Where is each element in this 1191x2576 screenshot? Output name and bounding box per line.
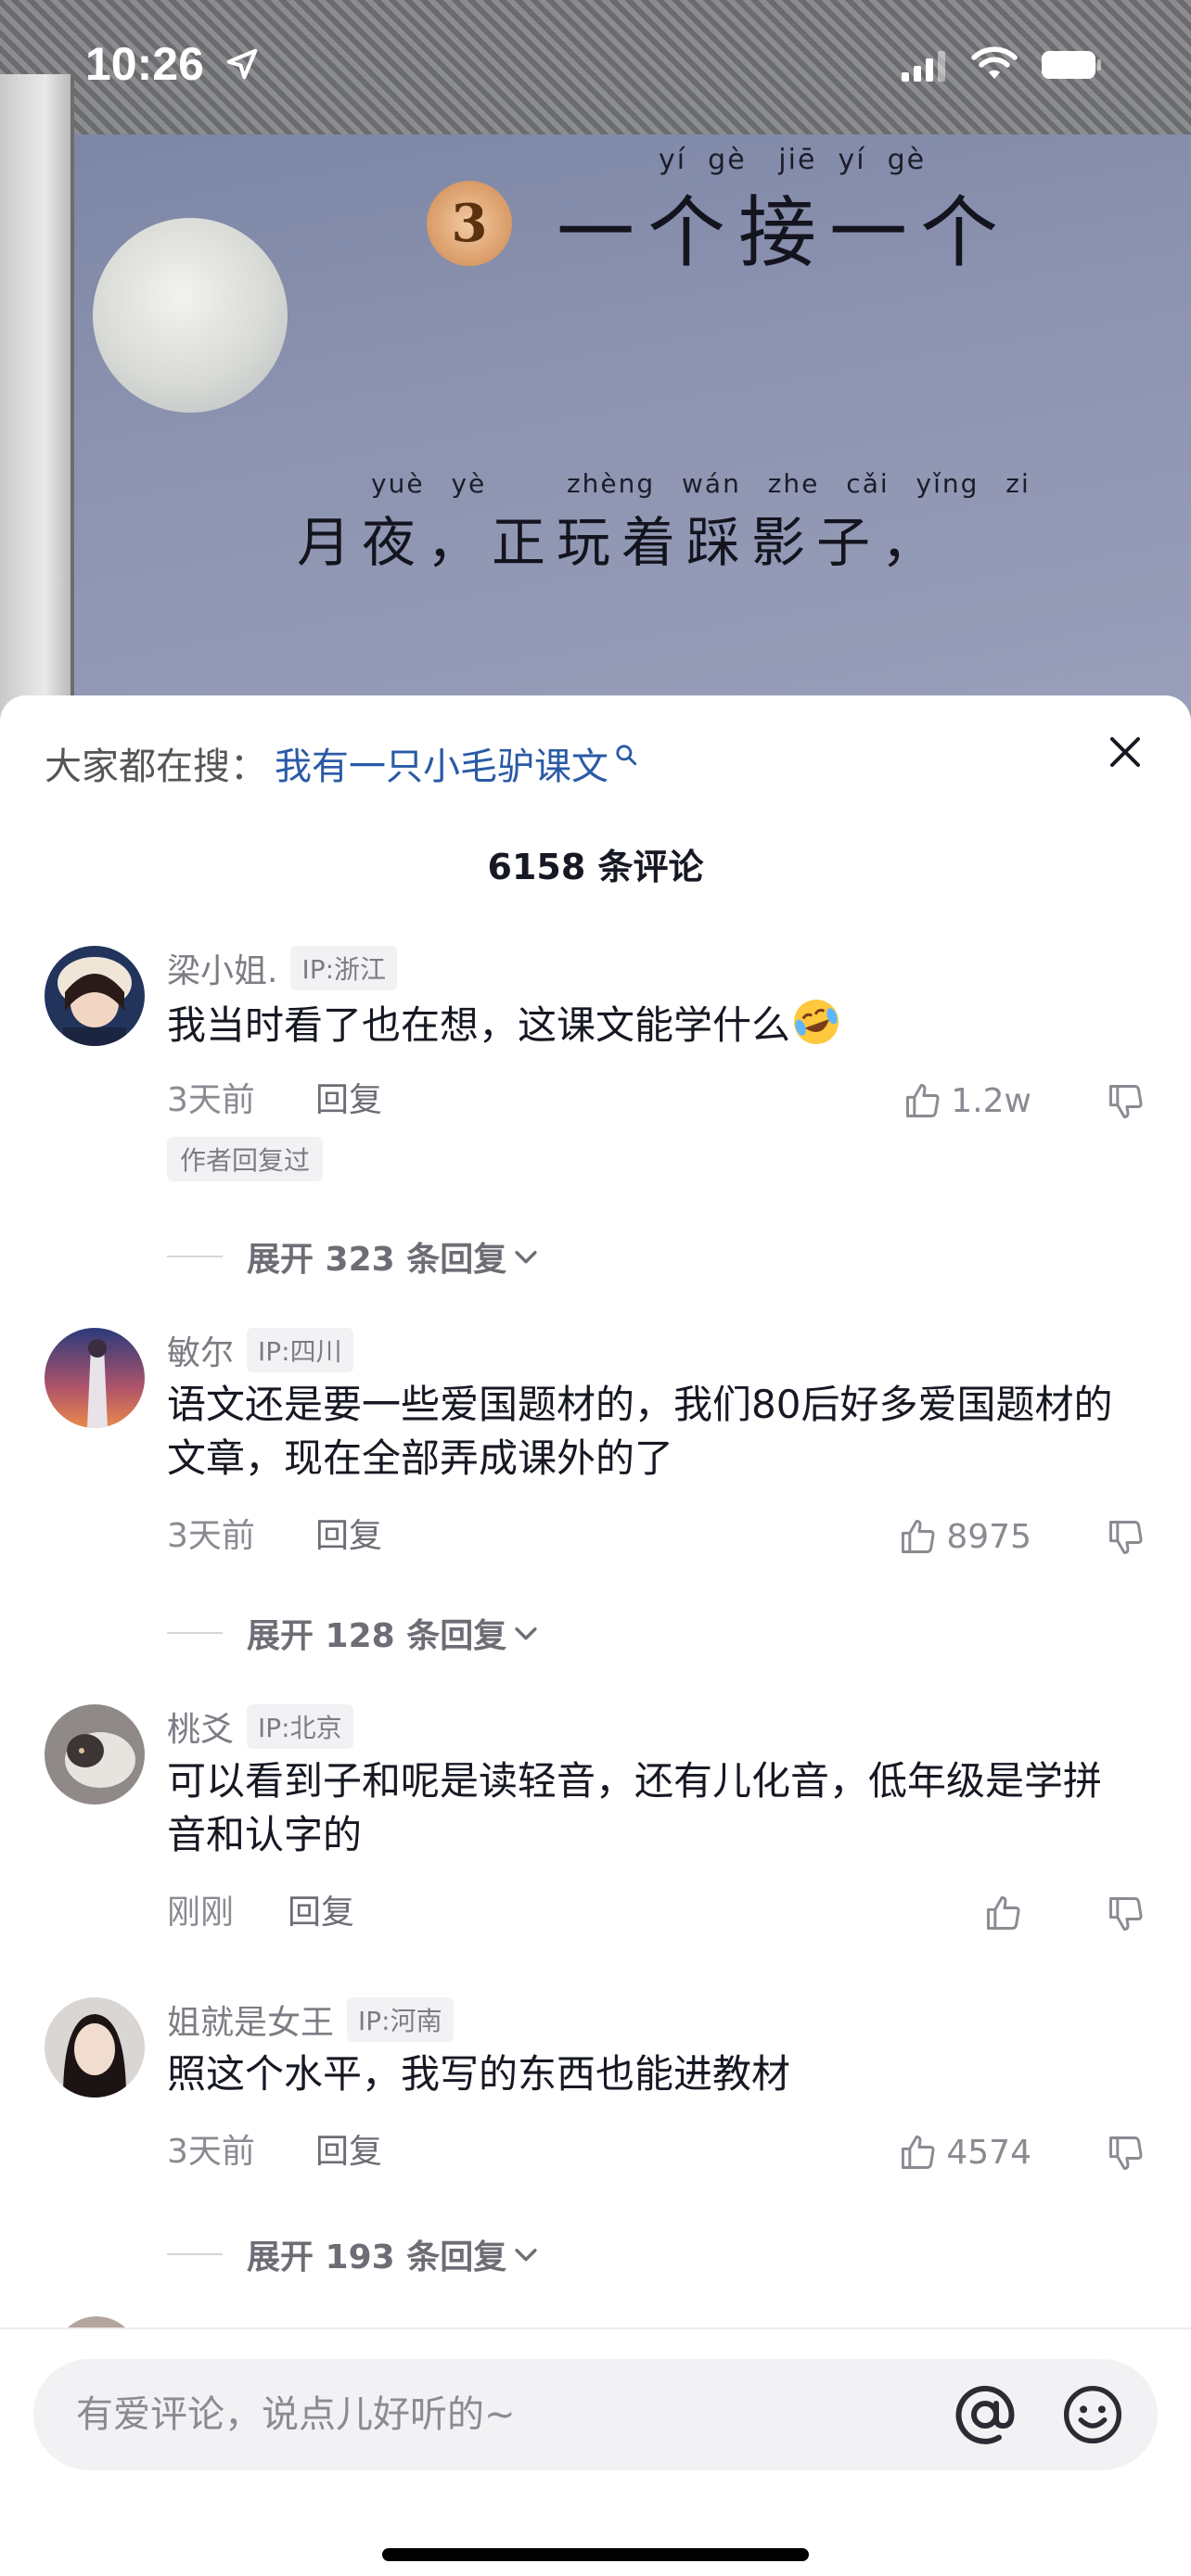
like-button[interactable] [983, 1890, 1031, 1936]
chevron-down-icon [515, 2249, 537, 2262]
comment-text-content: 我当时看了也在想，这课文能学什么 [167, 1002, 791, 1048]
reply-button[interactable]: 回复 [315, 1513, 382, 1560]
reply-button[interactable]: 回复 [315, 2129, 382, 2175]
search-icon[interactable] [614, 743, 638, 767]
like-count: 4574 [946, 2133, 1031, 2172]
comment-meta: 姐就是女王 IP:河南 [167, 1996, 454, 2044]
comment-text[interactable]: 我当时看了也在想，这课文能学什么 [167, 996, 1132, 1052]
comment-actions: 刚刚 回复 [167, 1890, 1146, 1936]
comment-input-bar [0, 2327, 1191, 2576]
ip-location-badge: IP:北京 [247, 1704, 353, 1749]
like-button[interactable]: 1.2w [903, 1078, 1031, 1124]
verse-hanzi: 月夜，正玩着踩影子， [297, 511, 947, 574]
comment-input[interactable] [33, 2359, 948, 2470]
divider-line [167, 1256, 223, 1257]
thumbs-down-icon[interactable] [1106, 1517, 1146, 1558]
username[interactable]: 梁小姐. [167, 944, 277, 992]
moon-illustration [93, 218, 288, 413]
ip-location-badge: IP:四川 [247, 1328, 353, 1372]
trending-label: 大家都在搜： [45, 746, 267, 788]
comment-meta: 梁小姐. IP:浙江 [167, 944, 398, 992]
lesson-number-badge: 3 [427, 181, 512, 266]
comment-actions: 3天前 回复 1.2w [167, 1078, 1146, 1124]
wifi-icon [971, 46, 1018, 79]
comment-actions: 3天前 回复 8975 [167, 1513, 1146, 1560]
expand-replies-label: 展开 193 条回复 [247, 2238, 507, 2276]
comment-actions: 3天前 回复 4574 [167, 2129, 1146, 2175]
like-button[interactable]: 8975 [898, 1513, 1031, 1560]
lesson-title: yí gè jiē yí gè 一个接一个 [557, 144, 1011, 283]
expand-replies-button[interactable]: 展开 128 条回复 [167, 1610, 542, 1656]
divider-line [167, 1632, 223, 1634]
mention-button[interactable] [948, 2378, 1022, 2452]
expand-replies-label: 展开 128 条回复 [247, 1617, 507, 1655]
comment-time: 3天前 [167, 1517, 255, 1555]
close-icon [1110, 737, 1140, 767]
like-button[interactable]: 4574 [898, 2129, 1031, 2175]
thumbs-up-icon [906, 1084, 940, 1117]
trending-term-link[interactable]: 我有一只小毛驴课文 [275, 736, 608, 790]
like-count: 8975 [946, 1517, 1031, 1556]
avatar[interactable] [45, 1328, 145, 1428]
laughing-crying-emoji-icon [794, 1000, 839, 1044]
comment-time: 3天前 [167, 1081, 255, 1119]
chevron-down-icon [515, 1627, 537, 1640]
expand-replies-label: 展开 323 条回复 [247, 1241, 507, 1279]
battery-icon [1042, 51, 1101, 79]
clock: 10:26 [85, 38, 204, 90]
verse-pinyin: yuè yè zhèng wán zhe cǎi yǐng zi [371, 468, 1031, 499]
book-edge [0, 74, 74, 723]
thumbs-up-icon [902, 2136, 935, 2169]
username[interactable]: 桃爻 [167, 1702, 234, 1751]
ip-location-badge: IP:河南 [347, 1997, 454, 2042]
reply-button[interactable]: 回复 [315, 1078, 382, 1124]
smiley-face-icon [1063, 2385, 1122, 2444]
thumbs-up-icon [902, 1520, 935, 1553]
comment-text[interactable]: 语文还是要一些爱国题材的，我们80后好多爱国题材的文章，现在全部弄成课外的了 [167, 1378, 1132, 1486]
thumbs-down-icon[interactable] [1106, 1894, 1146, 1934]
comment-count: 6158 条评论 [487, 847, 704, 887]
comment-meta: 敏尔 IP:四川 [167, 1326, 353, 1374]
username[interactable]: 姐就是女王 [167, 1996, 334, 2044]
thumbs-up-icon [987, 1896, 1020, 1930]
comment-time: 3天前 [167, 2133, 255, 2171]
comment-text[interactable]: 可以看到子和呢是读轻音，还有儿化音，低年级是学拼音和认字的 [167, 1754, 1132, 1862]
comment-meta: 桃爻 IP:北京 [167, 1702, 353, 1751]
ip-location-badge: IP:浙江 [290, 946, 398, 990]
divider-line [167, 2253, 223, 2255]
close-button[interactable] [1102, 729, 1148, 775]
thumbs-down-icon[interactable] [1106, 2133, 1146, 2174]
cellular-signal-icon [902, 51, 945, 82]
comment-text[interactable]: 照这个水平，我写的东西也能进教材 [167, 2047, 1132, 2101]
username[interactable]: 敏尔 [167, 1326, 234, 1374]
like-count: 1.2w [951, 1081, 1031, 1120]
reply-button[interactable]: 回复 [288, 1890, 354, 1936]
comment-time: 刚刚 [167, 1894, 235, 1932]
home-indicator[interactable] [382, 2548, 809, 2561]
avatar[interactable] [45, 1704, 145, 1804]
thumbs-down-icon[interactable] [1106, 1081, 1146, 1122]
verse-line: yuè yè zhèng wán zhe cǎi yǐng zi 月夜，正玩着踩… [297, 468, 1031, 577]
chevron-down-icon [515, 1251, 537, 1264]
title-hanzi: 一个接一个 [557, 187, 1012, 278]
avatar[interactable] [45, 946, 145, 1046]
avatar[interactable] [45, 1997, 145, 2098]
status-bar: 10:26 [0, 0, 1191, 130]
comment-sheet: 大家都在搜： 我有一只小毛驴课文 6158 条评论 梁小姐. IP:浙江 我当时… [0, 695, 1191, 2576]
author-replied-tag: 作者回复过 [167, 1137, 324, 1181]
trending-search: 大家都在搜： 我有一只小毛驴课文 [45, 736, 638, 790]
comment-input-container[interactable] [33, 2359, 1158, 2470]
expand-replies-button[interactable]: 展开 323 条回复 [167, 1233, 542, 1280]
emoji-button[interactable] [1056, 2378, 1130, 2452]
location-arrow-icon [226, 48, 258, 80]
expand-replies-button[interactable]: 展开 193 条回复 [167, 2231, 542, 2277]
at-sign-icon [955, 2385, 1015, 2444]
